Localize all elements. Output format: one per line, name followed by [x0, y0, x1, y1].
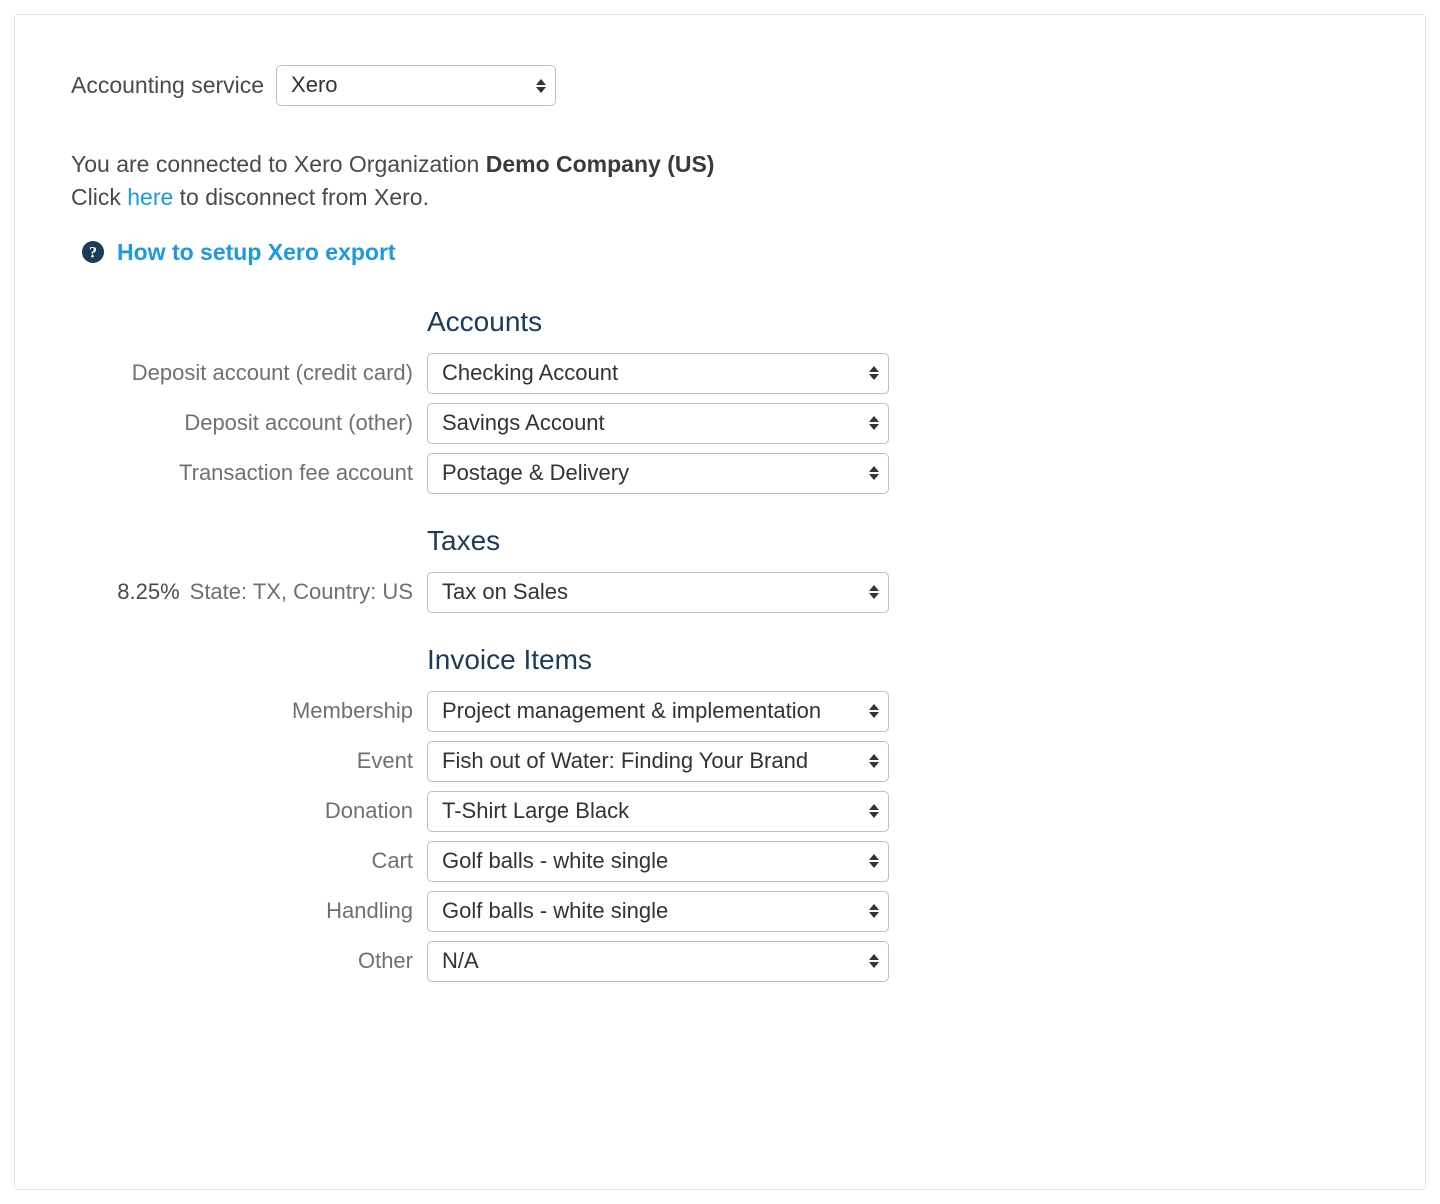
event-select[interactable]: Fish out of Water: Finding Your Brand: [427, 741, 889, 782]
cart-select[interactable]: Golf balls - white single: [427, 841, 889, 882]
tax-percentage: 8.25%: [117, 579, 179, 605]
help-setup-link[interactable]: How to setup Xero export: [117, 239, 396, 266]
accounting-service-select[interactable]: Xero: [276, 65, 556, 106]
transaction-fee-label: Transaction fee account: [71, 460, 413, 486]
accounting-service-select-wrap: Xero: [276, 65, 556, 106]
handling-select[interactable]: Golf balls - white single: [427, 891, 889, 932]
accounts-heading: Accounts: [427, 306, 897, 338]
settings-form: Accounts Deposit account (credit card) C…: [71, 306, 1369, 982]
invoice-items-heading: Invoice Items: [427, 644, 897, 676]
help-icon: ?: [81, 240, 105, 264]
deposit-cc-select[interactable]: Checking Account: [427, 353, 889, 394]
settings-panel: Accounting service Xero You are connecte…: [14, 14, 1426, 1190]
taxes-heading: Taxes: [427, 525, 897, 557]
deposit-other-label: Deposit account (other): [71, 410, 413, 436]
handling-label: Handling: [71, 898, 413, 924]
status-click-word: Click: [71, 184, 127, 210]
tax-row-label: 8.25% State: TX, Country: US: [71, 579, 413, 605]
deposit-cc-label: Deposit account (credit card): [71, 360, 413, 386]
svg-text:?: ?: [89, 245, 97, 262]
transaction-fee-select[interactable]: Postage & Delivery: [427, 453, 889, 494]
tax-select[interactable]: Tax on Sales: [427, 572, 889, 613]
donation-select[interactable]: T-Shirt Large Black: [427, 791, 889, 832]
accounting-service-label: Accounting service: [71, 72, 264, 99]
event-label: Event: [71, 748, 413, 774]
membership-select[interactable]: Project management & implementation: [427, 691, 889, 732]
donation-label: Donation: [71, 798, 413, 824]
status-suffix: to disconnect from Xero.: [173, 184, 429, 210]
cart-label: Cart: [71, 848, 413, 874]
status-org-name: Demo Company (US): [486, 151, 715, 177]
accounting-service-row: Accounting service Xero: [71, 65, 1369, 106]
disconnect-link[interactable]: here: [127, 184, 173, 210]
other-select[interactable]: N/A: [427, 941, 889, 982]
connection-status-text: You are connected to Xero Organization D…: [71, 148, 1369, 215]
tax-description: State: TX, Country: US: [190, 579, 413, 605]
status-prefix: You are connected to Xero Organization: [71, 151, 486, 177]
deposit-other-select[interactable]: Savings Account: [427, 403, 889, 444]
other-label: Other: [71, 948, 413, 974]
membership-label: Membership: [71, 698, 413, 724]
help-row: ? How to setup Xero export: [81, 239, 1369, 266]
